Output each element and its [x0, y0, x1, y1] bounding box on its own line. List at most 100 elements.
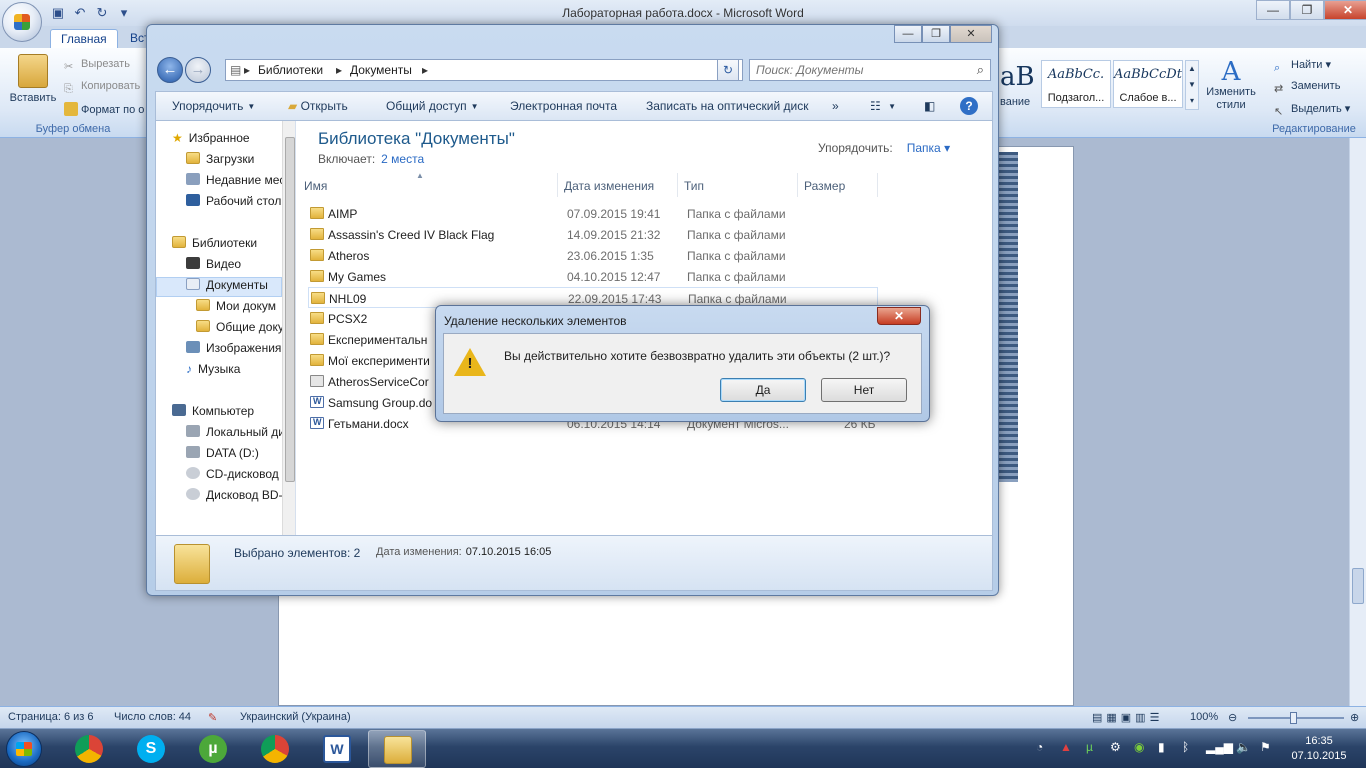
change-styles-button[interactable]: A Изменить стили: [1202, 58, 1260, 112]
column-header-size[interactable]: Размер: [798, 173, 878, 197]
zoom-level[interactable]: 100%: [1190, 711, 1218, 723]
more-commands-button[interactable]: »: [832, 99, 839, 113]
language-indicator[interactable]: Украинский (Украина): [240, 711, 351, 723]
dialog-close-icon[interactable]: ✕: [877, 307, 921, 325]
style-subtle-emphasis[interactable]: AaBbCcDt Слабое в...: [1113, 60, 1183, 108]
burn-button[interactable]: Записать на оптический диск: [646, 99, 809, 113]
zoom-in-icon[interactable]: ⊕: [1350, 711, 1359, 724]
nav-cd-drive[interactable]: CD-дисковод: [186, 467, 279, 487]
tab-home[interactable]: Главная: [50, 29, 118, 48]
search-box[interactable]: ⌕: [749, 59, 991, 81]
minimize-icon[interactable]: —: [1256, 0, 1290, 20]
cut-button[interactable]: ✂ Вырезать: [64, 58, 130, 74]
close-icon[interactable]: ✕: [1324, 0, 1366, 20]
restore-icon[interactable]: ❐: [1290, 0, 1324, 20]
styles-scroll-button[interactable]: ▲ ▼ ▾: [1185, 60, 1199, 110]
explorer-minimize-icon[interactable]: —: [894, 25, 922, 43]
network-icon[interactable]: ◔: [1036, 740, 1043, 754]
find-button[interactable]: ⌕ Найти ▾: [1274, 58, 1331, 76]
copy-button[interactable]: ⎘ Копировать: [64, 80, 140, 97]
column-header-name[interactable]: Имя ▲: [298, 171, 558, 197]
share-button[interactable]: Общий доступ ▼: [386, 99, 479, 113]
search-input[interactable]: [756, 63, 956, 77]
steam-icon[interactable]: ⚙: [1110, 740, 1121, 754]
word-count[interactable]: Число слов: 44: [114, 711, 191, 723]
select-button[interactable]: ↖ Выделить ▾: [1274, 102, 1350, 119]
file-name: NHL09: [329, 292, 367, 306]
taskbar-chrome-2[interactable]: [246, 730, 304, 768]
downloads-icon: [186, 152, 200, 164]
signal-icon[interactable]: ▂▄▆: [1206, 740, 1233, 754]
file-name: Гетьмани.docx: [328, 417, 409, 431]
file-row[interactable]: Assassin's Creed IV Black Flag 14.09.2015…: [308, 224, 878, 245]
file-row[interactable]: My Games 04.10.2015 12:47 Папка с файлами: [308, 266, 878, 287]
battery-icon[interactable]: ▮: [1158, 740, 1165, 754]
nav-images[interactable]: Изображения: [186, 341, 281, 361]
nav-bd-drive[interactable]: Дисковод BD-: [186, 488, 283, 508]
view-options-icon[interactable]: ☷ ▼: [870, 99, 896, 113]
style-subtitle[interactable]: AaBbCc. Подзагол...: [1041, 60, 1111, 108]
start-button-icon[interactable]: [6, 731, 42, 767]
organize-button[interactable]: Упорядочить ▼: [172, 99, 255, 113]
spelling-icon[interactable]: ✎: [208, 711, 217, 724]
zoom-out-icon[interactable]: ⊖: [1228, 711, 1237, 724]
breadcrumb-documents[interactable]: Документы: [350, 63, 412, 77]
search-icon[interactable]: ⌕: [977, 62, 984, 78]
view-buttons[interactable]: ▤▦▣▥☰: [1092, 711, 1163, 724]
back-arrow-icon[interactable]: ←: [157, 57, 183, 83]
format-painter-button[interactable]: Формат по о: [64, 102, 144, 116]
includes-locations-link[interactable]: 2 места: [381, 152, 424, 166]
volume-icon[interactable]: 🔈: [1236, 740, 1251, 754]
forward-arrow-icon[interactable]: →: [185, 57, 211, 83]
open-button[interactable]: ▰ Открыть: [288, 99, 348, 113]
document-scrollbar[interactable]: [1349, 138, 1366, 706]
nav-favorites[interactable]: ★ Избранное: [172, 131, 250, 151]
file-row[interactable]: AIMP 07.09.2015 19:41 Папка с файлами: [308, 203, 878, 224]
help-icon[interactable]: ?: [960, 97, 978, 115]
yes-button[interactable]: Да: [720, 378, 806, 402]
taskbar-explorer[interactable]: [368, 730, 426, 768]
nav-music[interactable]: ♪ Музыка: [186, 362, 240, 382]
arrange-dropdown[interactable]: Папка ▾: [907, 141, 950, 155]
nav-desktop[interactable]: Рабочий стол: [186, 194, 281, 214]
email-button[interactable]: Электронная почта: [510, 99, 617, 113]
address-bar[interactable]: ▤ ▸ Библиотеки ▸ Документы ▸ ▼: [225, 59, 743, 81]
style-partial-sample[interactable]: aB: [1000, 62, 1035, 92]
explorer-maximize-icon[interactable]: ❐: [922, 25, 950, 43]
replace-button[interactable]: ⇄ Заменить: [1274, 80, 1340, 96]
nav-downloads[interactable]: Загрузки: [186, 152, 254, 172]
navigation-scrollbar[interactable]: [282, 121, 295, 535]
taskbar-word[interactable]: W: [308, 730, 366, 768]
clock[interactable]: 16:35 07.10.2015: [1286, 734, 1352, 764]
bluetooth-icon[interactable]: ᛒ: [1182, 740, 1189, 754]
preview-pane-icon[interactable]: ◧: [924, 99, 935, 113]
page-count[interactable]: Страница: 6 из 6: [8, 711, 94, 723]
nav-documents[interactable]: Документы: [156, 277, 282, 297]
action-center-icon[interactable]: ⚑: [1260, 740, 1271, 754]
nav-recent[interactable]: Недавние мес: [186, 173, 285, 193]
zoom-slider-knob[interactable]: [1290, 712, 1297, 724]
refresh-icon[interactable]: ↻: [717, 59, 739, 81]
scroll-thumb[interactable]: [1352, 568, 1364, 604]
nav-my-documents[interactable]: Мои докум: [196, 299, 276, 319]
nav-data-disk[interactable]: DATA (D:): [186, 446, 259, 466]
paste-button[interactable]: Вставить: [8, 54, 58, 104]
file-row[interactable]: Atheros 23.06.2015 1:35 Папка с файлами: [308, 245, 878, 266]
column-header-date[interactable]: Дата изменения: [558, 173, 678, 197]
nav-computer[interactable]: Компьютер: [172, 404, 254, 424]
taskbar-skype[interactable]: S: [122, 730, 180, 768]
no-button[interactable]: Нет: [821, 378, 907, 402]
taskbar-utorrent[interactable]: µ: [184, 730, 242, 768]
nav-video[interactable]: Видео: [186, 257, 241, 277]
acrobat-icon[interactable]: ▲: [1060, 740, 1072, 754]
breadcrumb-libraries[interactable]: Библиотеки: [258, 63, 323, 77]
nav-scroll-thumb[interactable]: [285, 137, 295, 482]
nav-public-documents[interactable]: Общие доку: [196, 320, 284, 340]
nav-local-disk[interactable]: Локальный ди: [186, 425, 285, 445]
explorer-close-icon[interactable]: ✕: [950, 25, 992, 43]
column-header-type[interactable]: Тип: [678, 173, 798, 197]
nvidia-icon[interactable]: ◉: [1134, 740, 1144, 754]
taskbar-chrome[interactable]: [60, 730, 118, 768]
nav-libraries[interactable]: Библиотеки: [172, 236, 257, 256]
utorrent-tray-icon[interactable]: µ: [1086, 740, 1093, 754]
